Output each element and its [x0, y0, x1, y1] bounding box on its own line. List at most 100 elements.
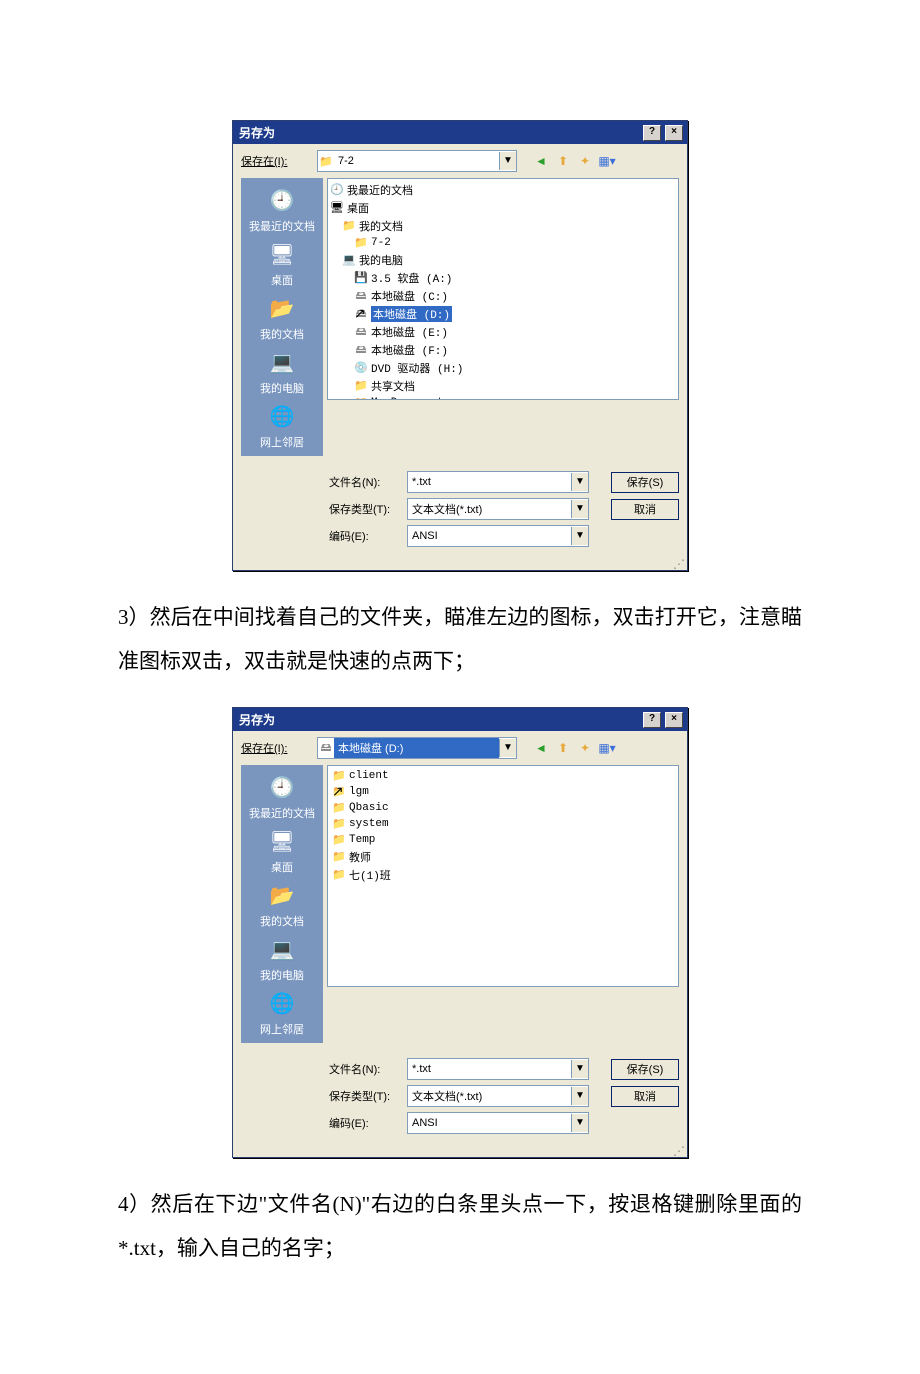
filetype-combo[interactable]: 文本文档(*.txt)▼ — [407, 498, 589, 520]
filetype-combo[interactable]: 文本文档(*.txt)▼ — [407, 1085, 589, 1107]
save-in-label: 保存在(I): — [241, 740, 311, 756]
sidebar-mydocs[interactable]: 📂我的文档 — [260, 292, 304, 342]
nav-toolbar: ◄ ⬆ ✦ ▦▾ — [531, 738, 617, 758]
list-item[interactable]: 📁教师 — [330, 848, 676, 866]
drive-icon: 🖴 — [354, 307, 368, 321]
list-item[interactable]: 📁My Documents — [330, 395, 676, 400]
help-button[interactable]: ? — [643, 712, 661, 728]
save-in-combo[interactable]: 📁 7-2 ▼ — [317, 150, 517, 172]
recent-docs-icon: 🕘 — [266, 184, 298, 216]
list-item[interactable]: 🖴本地磁盘 (E:) — [330, 323, 676, 341]
filetype-label: 保存类型(T): — [329, 501, 399, 517]
back-icon[interactable]: ◄ — [531, 738, 551, 758]
computer-icon: 💻 — [342, 253, 356, 267]
sidebar-computer[interactable]: 💻我的电脑 — [260, 933, 304, 983]
dropdown-button[interactable]: ▼ — [571, 1114, 588, 1132]
location-tree[interactable]: 🕘我最近的文档 🖥桌面 📁我的文档 📁7-2 💻我的电脑 💾3.5 软盘 (A:… — [327, 178, 679, 400]
places-sidebar: 🕘我最近的文档 🖥桌面 📂我的文档 💻我的电脑 🌐网上邻居 — [241, 765, 323, 1043]
list-item[interactable]: 🖴本地磁盘 (C:) — [330, 287, 676, 305]
dropdown-button[interactable]: ▼ — [499, 152, 516, 170]
folder-icon: 📁 — [332, 833, 346, 847]
folder-icon: 📁 — [332, 769, 346, 783]
filename-input[interactable]: *.txt▼ — [407, 471, 589, 493]
list-item[interactable]: 📁七(1)班 — [330, 866, 676, 884]
dialog-title: 另存为 — [239, 124, 639, 141]
list-item[interactable]: 💾3.5 软盘 (A:) — [330, 269, 676, 287]
dropdown-button[interactable]: ▼ — [571, 1087, 588, 1105]
list-item[interactable]: 🕘我最近的文档 — [330, 181, 676, 199]
list-item[interactable]: 📁Temp — [330, 832, 676, 848]
view-menu-icon[interactable]: ▦▾ — [597, 151, 617, 171]
sidebar-mydocs[interactable]: 📂我的文档 — [260, 879, 304, 929]
up-icon[interactable]: ⬆ — [553, 738, 573, 758]
dropdown-button[interactable]: ▼ — [571, 527, 588, 545]
list-item[interactable]: 📁Qbasic — [330, 800, 676, 816]
folder-icon: 📁 — [354, 396, 368, 400]
view-menu-icon[interactable]: ▦▾ — [597, 738, 617, 758]
dvd-drive-icon: 💿 — [354, 361, 368, 375]
list-item[interactable]: 🖥桌面 — [330, 199, 676, 217]
network-icon: 🌐 — [266, 987, 298, 1019]
new-folder-icon[interactable]: ✦ — [575, 738, 595, 758]
folder-icon: 📁 — [318, 155, 334, 168]
computer-icon: 💻 — [266, 933, 298, 965]
list-item[interactable]: 📁共享文档 — [330, 377, 676, 395]
encoding-combo[interactable]: ANSI▼ — [407, 1112, 589, 1134]
recent-docs-icon: 🕘 — [266, 771, 298, 803]
save-button[interactable]: 保存(S) — [611, 472, 679, 493]
places-sidebar: 🕘我最近的文档 🖥桌面 📂我的文档 💻我的电脑 🌐网上邻居 — [241, 178, 323, 456]
list-item-selected[interactable]: 🖴本地磁盘 (D:) — [330, 305, 676, 323]
new-folder-icon[interactable]: ✦ — [575, 151, 595, 171]
list-item[interactable]: 📁我的文档 — [330, 217, 676, 235]
network-icon: 🌐 — [266, 400, 298, 432]
dropdown-button[interactable]: ▼ — [571, 473, 588, 491]
sidebar-desktop[interactable]: 🖥桌面 — [266, 238, 298, 288]
sidebar-recent[interactable]: 🕘我最近的文档 — [249, 184, 315, 234]
sidebar-network[interactable]: 🌐网上邻居 — [260, 987, 304, 1037]
up-icon[interactable]: ⬆ — [553, 151, 573, 171]
sidebar-desktop[interactable]: 🖥桌面 — [266, 825, 298, 875]
sidebar-network[interactable]: 🌐网上邻居 — [260, 400, 304, 450]
save-in-value: 本地磁盘 (D:) — [334, 738, 499, 758]
list-item[interactable]: 📁lgm — [330, 784, 676, 800]
resize-grip[interactable]: ⋰ — [233, 560, 687, 570]
list-item[interactable]: 📁7-2 — [330, 235, 676, 251]
file-list[interactable]: 📁client 📁lgm 📁Qbasic 📁system 📁Temp 📁教师 📁… — [327, 765, 679, 987]
nav-toolbar: ◄ ⬆ ✦ ▦▾ — [531, 151, 617, 171]
encoding-combo[interactable]: ANSI▼ — [407, 525, 589, 547]
close-button[interactable]: × — [665, 125, 683, 141]
dropdown-button[interactable]: ▼ — [571, 1060, 588, 1078]
filename-input[interactable]: *.txt▼ — [407, 1058, 589, 1080]
close-button[interactable]: × — [665, 712, 683, 728]
encoding-label: 编码(E): — [329, 1115, 399, 1131]
list-item[interactable]: 💻我的电脑 — [330, 251, 676, 269]
desktop-icon: 🖥 — [330, 201, 344, 215]
dropdown-button[interactable]: ▼ — [499, 739, 516, 757]
back-icon[interactable]: ◄ — [531, 151, 551, 171]
folder-icon: 📁 — [332, 850, 346, 864]
folder-icon: 📁 — [332, 785, 346, 799]
sidebar-recent[interactable]: 🕘我最近的文档 — [249, 771, 315, 821]
titlebar[interactable]: 另存为 ? × — [233, 708, 687, 731]
save-in-value: 7-2 — [334, 153, 499, 169]
drive-icon: 🖴 — [354, 325, 368, 339]
sidebar-computer[interactable]: 💻我的电脑 — [260, 346, 304, 396]
folder-icon: 📂 — [266, 292, 298, 324]
desktop-icon: 🖥 — [266, 238, 298, 270]
list-item[interactable]: 📁client — [330, 768, 676, 784]
list-item[interactable]: 📁system — [330, 816, 676, 832]
list-item[interactable]: 🖴本地磁盘 (F:) — [330, 341, 676, 359]
help-button[interactable]: ? — [643, 125, 661, 141]
save-button[interactable]: 保存(S) — [611, 1059, 679, 1080]
instruction-step-4: 4）然后在下边"文件名(N)"右边的白条里头点一下，按退格键删除里面的*.txt… — [0, 1182, 920, 1270]
dropdown-button[interactable]: ▼ — [571, 500, 588, 518]
save-in-combo[interactable]: 🖴 本地磁盘 (D:) ▼ — [317, 737, 517, 759]
list-item[interactable]: 💿DVD 驱动器 (H:) — [330, 359, 676, 377]
floppy-drive-icon: 💾 — [354, 271, 368, 285]
titlebar[interactable]: 另存为 ? × — [233, 121, 687, 144]
cancel-button[interactable]: 取消 — [611, 1086, 679, 1107]
cancel-button[interactable]: 取消 — [611, 499, 679, 520]
folder-icon: 📁 — [332, 817, 346, 831]
resize-grip[interactable]: ⋰ — [233, 1147, 687, 1157]
save-as-dialog-2: 另存为 ? × 保存在(I): 🖴 本地磁盘 (D:) ▼ ◄ ⬆ ✦ ▦▾ — [232, 707, 688, 1158]
